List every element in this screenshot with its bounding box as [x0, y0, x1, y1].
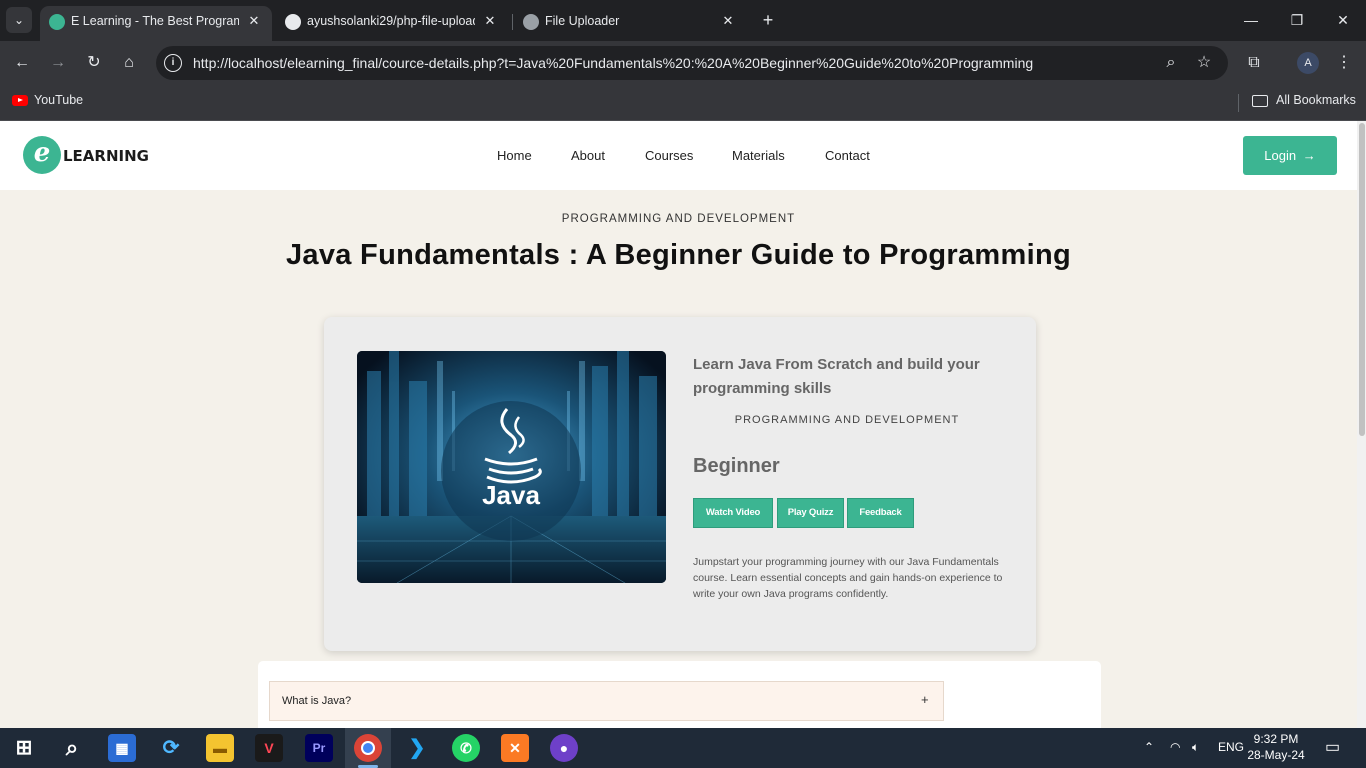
- restore-button[interactable]: ❐: [1274, 0, 1320, 41]
- course-image: Java: [357, 351, 666, 583]
- web-page: e LEARNING Home About Courses Materials …: [0, 121, 1357, 728]
- tab-title: ayushsolanki29/php-file-upload: [307, 14, 475, 28]
- chrome-icon[interactable]: [354, 734, 382, 762]
- home-icon[interactable]: ⌂: [115, 49, 143, 77]
- nav-courses[interactable]: Courses: [645, 148, 693, 163]
- forward-arrow-icon[interactable]: →: [44, 49, 72, 77]
- github-favicon-icon: [285, 14, 301, 30]
- windows-taskbar: ⊞ ⌕ ▦ ⟳ ▬ V Pr ❯ ✆ ✕ ● ⌃ ◠ 🔈︎ ENG 9:32 P…: [0, 728, 1366, 768]
- close-tab-icon[interactable]: ✕: [480, 11, 500, 31]
- extensions-icon[interactable]: ⧉: [1240, 49, 1268, 77]
- tab-elearning[interactable]: E Learning - The Best Program t ✕: [40, 6, 272, 41]
- new-tab-button[interactable]: +: [756, 8, 780, 32]
- tab-title: File Uploader: [545, 14, 620, 28]
- course-description: Jumpstart your programming journey with …: [693, 556, 1003, 600]
- site-navbar: e LEARNING Home About Courses Materials …: [0, 121, 1357, 190]
- course-card: Java Learn Java From Scratch and build y…: [324, 317, 1036, 651]
- course-category-card: PROGRAMMING AND DEVELOPMENT: [734, 414, 960, 426]
- close-tab-icon[interactable]: ✕: [718, 11, 738, 31]
- clock[interactable]: 9:32 PM 28-May-24: [1246, 731, 1306, 763]
- chevron-down-icon: ⌄: [13, 13, 25, 27]
- globe-favicon-icon: [523, 14, 539, 30]
- scrollbar-thumb[interactable]: [1359, 123, 1365, 436]
- close-tab-icon[interactable]: ✕: [244, 11, 264, 31]
- course-category: PROGRAMMING AND DEVELOPMENT: [561, 213, 796, 225]
- url-text[interactable]: http://localhost/elearning_final/cource-…: [193, 55, 1033, 71]
- valorant-icon[interactable]: V: [255, 734, 283, 762]
- github-desktop-icon[interactable]: ●: [550, 734, 578, 762]
- close-window-button[interactable]: ✕: [1320, 0, 1366, 41]
- search-icon[interactable]: ⌕: [58, 734, 86, 762]
- language-indicator[interactable]: ENG: [1218, 740, 1244, 754]
- feedback-button[interactable]: Feedback: [847, 498, 914, 528]
- java-illustration: Java: [357, 351, 666, 583]
- zoom-icon[interactable]: ⌕: [1161, 53, 1181, 73]
- address-bar[interactable]: i http://localhost/elearning_final/courc…: [156, 46, 1228, 80]
- tab-separator: [512, 14, 513, 30]
- tab-github[interactable]: ayushsolanki29/php-file-upload ✕: [276, 6, 508, 41]
- store-icon[interactable]: ▦: [108, 734, 136, 762]
- reload-icon[interactable]: ↻: [80, 49, 108, 77]
- course-level: Beginner: [693, 455, 780, 477]
- file-explorer-icon[interactable]: ▬: [206, 734, 234, 762]
- premiere-pro-icon[interactable]: Pr: [305, 734, 333, 762]
- minimize-button[interactable]: —: [1228, 0, 1274, 41]
- nav-contact[interactable]: Contact: [825, 148, 870, 163]
- bookmark-youtube[interactable]: YouTube: [34, 93, 83, 107]
- clock-time: 9:32 PM: [1253, 732, 1299, 746]
- bookmark-star-icon[interactable]: ☆: [1194, 53, 1214, 73]
- plus-icon[interactable]: +: [921, 692, 929, 707]
- folder-icon: [1252, 95, 1268, 107]
- arrow-right-icon: →: [1302, 148, 1316, 163]
- all-bookmarks[interactable]: All Bookmarks: [1276, 93, 1356, 107]
- xampp-icon[interactable]: ✕: [501, 734, 529, 762]
- back-arrow-icon[interactable]: ←: [8, 49, 36, 77]
- windows-start-icon[interactable]: ⊞: [10, 734, 38, 762]
- chevron-up-icon[interactable]: ⌃: [1144, 740, 1154, 754]
- wifi-icon[interactable]: ◠: [1170, 740, 1180, 754]
- sync-icon[interactable]: ⟳: [157, 734, 185, 762]
- bookmarks-bar: YouTube All Bookmarks: [0, 85, 1366, 121]
- java-logo-text: Java: [482, 480, 540, 510]
- elearning-favicon-icon: [49, 14, 65, 30]
- login-button[interactable]: Login →: [1243, 136, 1337, 175]
- login-label: Login: [1264, 148, 1297, 163]
- menu-kebab-icon[interactable]: ⋮: [1330, 49, 1358, 77]
- clock-date: 28-May-24: [1247, 748, 1305, 762]
- tab-title: E Learning - The Best Program t: [71, 14, 239, 28]
- bookmarks-divider: [1238, 94, 1239, 112]
- whatsapp-icon[interactable]: ✆: [452, 734, 480, 762]
- tab-file-uploader[interactable]: File Uploader ✕: [514, 6, 746, 41]
- browser-toolbar: ← → ↻ ⌂ i http://localhost/elearning_fin…: [0, 41, 1366, 85]
- watch-video-button[interactable]: Watch Video: [693, 498, 773, 528]
- page-title: Java Fundamentals : A Beginner Guide to …: [285, 239, 1071, 271]
- faq-item[interactable]: What is Java? +: [269, 681, 944, 721]
- notifications-icon[interactable]: ▭: [1325, 737, 1340, 757]
- faq-question: What is Java?: [282, 695, 352, 707]
- youtube-icon: [12, 95, 28, 106]
- nav-about[interactable]: About: [571, 148, 605, 163]
- browser-tab-strip: ⌄ E Learning - The Best Program t ✕ ayus…: [0, 0, 1366, 41]
- volume-icon[interactable]: 🔈︎: [1192, 740, 1199, 755]
- site-info-icon[interactable]: i: [164, 54, 182, 72]
- course-subtitle: Learn Java From Scratch and build your p…: [693, 356, 980, 397]
- nav-materials[interactable]: Materials: [732, 148, 785, 163]
- logo-text[interactable]: LEARNING: [63, 147, 149, 165]
- tab-search-button[interactable]: ⌄: [6, 7, 32, 33]
- logo-icon[interactable]: e: [23, 136, 61, 174]
- play-quiz-button[interactable]: Play Quizz: [777, 498, 844, 528]
- profile-avatar[interactable]: A: [1297, 52, 1319, 74]
- faq-section: What is Java? +: [258, 661, 1101, 728]
- vscode-icon[interactable]: ❯: [403, 734, 431, 762]
- nav-home[interactable]: Home: [497, 148, 532, 163]
